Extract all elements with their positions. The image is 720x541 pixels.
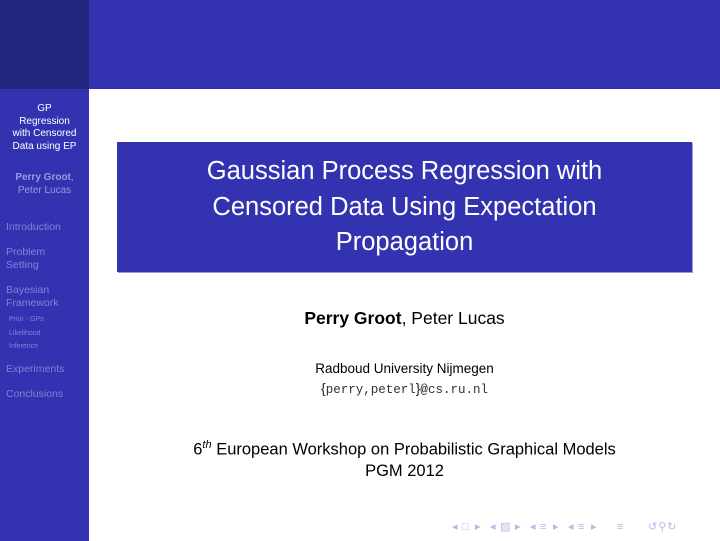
sidebar-item-experiments[interactable]: Experiments [6,363,64,376]
sidebar-short-title[interactable]: GP Regression with Censored Data using E… [0,103,89,153]
header-bar [89,0,720,89]
sidebar-authors[interactable]: Perry Groot, Peter Lucas [0,172,89,197]
sidebar-item-problem-setting[interactable]: Problem Setting [6,246,45,272]
sidebar-item-introduction[interactable]: Introduction [6,221,61,234]
presenter-name: Perry Groot [304,308,402,328]
header-corner [0,0,89,89]
slide-authors: Perry Groot, Peter Lucas [304,308,505,328]
nav-left-arrow-icon[interactable]: ◂ [452,519,458,535]
email-address: {perry,peterl}@cs.ru.nl [321,380,488,397]
nav-left-arrow-icon[interactable]: ◂ [490,519,496,535]
nav-right-arrow-icon[interactable]: ▸ [475,519,481,535]
sidebar-presenter: Perry Groot [15,172,71,183]
sidebar-subitem-likelihood[interactable]: Likelihood [9,329,41,338]
sidebar-item-bayesian-framework[interactable]: Bayesian Framework [6,284,59,310]
search-back-forward-icon[interactable]: ↺⚲↻ [648,519,678,535]
title-box: Gaussian Process Regression with Censore… [117,142,692,272]
frame-icon[interactable]: □ [462,519,469,535]
outline-icon[interactable]: ≡ [617,519,623,535]
slide-title: Gaussian Process Regression with Censore… [206,157,603,256]
sidebar-item-conclusions[interactable]: Conclusions [6,388,63,401]
nav-left-arrow-icon[interactable]: ◂ [568,519,574,535]
nav-right-arrow-icon[interactable]: ▸ [553,519,559,535]
nav-right-arrow-icon[interactable]: ▸ [591,519,597,535]
sidebar-subitem-inference[interactable]: Inference [9,342,38,351]
sidebar-subitem-prior-gps[interactable]: Prior - GPs [9,315,44,324]
conference-short: PGM 2012 [365,461,444,480]
coauthor-name: Peter Lucas [406,308,505,328]
subsection-list-icon[interactable]: ≡ [578,519,584,535]
beamer-navigation-bar: ◂ □ ▸ ◂ ▧ ▸ ◂ ≡ ▸ ◂ ≡ ▸ ≡ ↺⚲↻ [452,519,714,535]
subsection-icon[interactable]: ▧ [500,519,510,535]
nav-left-arrow-icon[interactable]: ◂ [530,519,536,535]
conference: 6th European Workshop on Probabilistic G… [89,435,720,482]
section-icon[interactable]: ≡ [540,519,546,535]
institution: Radboud University Nijmegen [315,361,494,376]
sidebar-coauthor: Peter Lucas [17,184,72,196]
nav-right-arrow-icon[interactable]: ▸ [515,519,521,535]
sidebar: GP Regression with Censored Data using E… [0,89,89,541]
